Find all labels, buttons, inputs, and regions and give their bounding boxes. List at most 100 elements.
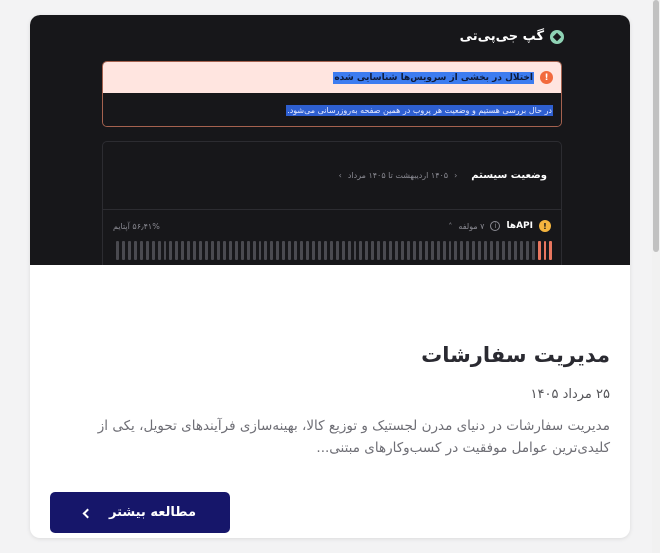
scrollbar-thumb[interactable] xyxy=(653,0,659,252)
uptime-bar xyxy=(466,241,470,260)
logo-icon xyxy=(550,29,564,44)
uptime-bar xyxy=(187,241,191,260)
uptime-bar xyxy=(199,241,203,260)
uptime-bar xyxy=(383,241,387,260)
article-card: گپ جی‌پی‌تی ! اختلال در بخشی از سرویس‌ها… xyxy=(30,15,630,538)
uptime-bar xyxy=(169,241,173,260)
uptime-bar xyxy=(418,241,422,260)
uptime-bar xyxy=(389,241,393,260)
read-more-button[interactable]: مطالعه بیشتر xyxy=(50,492,230,533)
uptime-bar xyxy=(401,241,404,260)
uptime-bar xyxy=(478,241,482,260)
uptime-bar xyxy=(448,241,452,260)
date-range: ‹ ۱۴۰۵ اردیبهشت تا ۱۴۰۵ مرداد › xyxy=(339,171,458,180)
uptime-bar xyxy=(442,241,446,260)
alert-icon: ! xyxy=(540,71,553,84)
uptime-bar xyxy=(234,241,238,260)
info-icon: i xyxy=(490,221,501,231)
uptime-text: ۵۶٫۴۱% آپتایم xyxy=(113,221,160,231)
uptime-bar xyxy=(549,241,553,260)
status-title: وضعیت سیستم xyxy=(471,170,547,181)
uptime-bar xyxy=(537,241,541,260)
uptime-bar xyxy=(519,241,523,260)
uptime-bar xyxy=(323,241,327,260)
uptime-bar xyxy=(116,241,119,260)
uptime-bar xyxy=(228,241,232,260)
brand-name: گپ جی‌پی‌تی xyxy=(459,29,544,44)
uptime-bars xyxy=(116,241,553,260)
uptime-bar xyxy=(193,241,197,260)
uptime-bar xyxy=(329,241,333,260)
uptime-bar xyxy=(151,241,155,260)
uptime-bar xyxy=(531,241,535,260)
warning-icon: ! xyxy=(539,220,551,232)
uptime-bar xyxy=(507,241,511,260)
uptime-bar xyxy=(484,241,488,260)
uptime-bar xyxy=(276,241,280,260)
chevron-up-icon: ˄ xyxy=(448,221,453,231)
read-more-label: مطالعه بیشتر xyxy=(108,505,197,520)
uptime-bar xyxy=(501,241,505,260)
api-label: APIها xyxy=(506,221,533,231)
uptime-bar xyxy=(490,241,493,260)
uptime-bar xyxy=(341,241,345,260)
uptime-bar xyxy=(513,241,517,260)
uptime-bar xyxy=(294,241,298,260)
uptime-bar xyxy=(205,241,208,260)
api-status-row: ! APIها i ۷ مولفه ˄ ۵۶٫۴۱% آپتایم xyxy=(103,210,561,232)
scrollbar[interactable] xyxy=(652,0,660,553)
uptime-bar xyxy=(371,241,375,260)
uptime-bar xyxy=(430,241,434,260)
uptime-bar xyxy=(157,241,161,260)
uptime-bar xyxy=(211,241,214,260)
uptime-bar xyxy=(282,241,286,260)
uptime-bar xyxy=(145,241,149,260)
uptime-bar xyxy=(353,241,357,260)
uptime-bar xyxy=(264,241,268,260)
uptime-bar xyxy=(359,241,363,260)
uptime-bar xyxy=(395,241,398,260)
component-count: ۷ مولفه xyxy=(458,221,485,231)
uptime-bar xyxy=(240,241,244,260)
uptime-bar xyxy=(543,241,547,260)
uptime-bar xyxy=(496,241,499,260)
uptime-bar xyxy=(288,241,292,260)
uptime-bar xyxy=(347,241,351,260)
uptime-bar xyxy=(222,241,226,260)
uptime-bar xyxy=(216,241,220,260)
uptime-bar xyxy=(365,241,369,260)
uptime-bar xyxy=(311,241,315,260)
brand: گپ جی‌پی‌تی xyxy=(460,29,564,44)
uptime-bar xyxy=(163,241,167,260)
date-range-text: ۱۴۰۵ اردیبهشت تا ۱۴۰۵ مرداد xyxy=(347,171,449,180)
chevron-left-icon xyxy=(82,508,93,518)
uptime-bar xyxy=(454,241,458,260)
uptime-bar xyxy=(377,241,381,260)
uptime-bar xyxy=(335,241,339,260)
chevron-left-icon: › xyxy=(338,171,342,180)
incident-alert: ! اختلال در بخشی از سرویس‌ها شناسایی شده… xyxy=(102,61,562,127)
uptime-bar xyxy=(270,241,274,260)
uptime-bar xyxy=(317,241,321,260)
alert-title: اختلال در بخشی از سرویس‌ها شناسایی شده xyxy=(333,71,534,84)
uptime-bar xyxy=(175,241,179,260)
uptime-bar xyxy=(406,241,410,260)
uptime-bar xyxy=(139,241,143,260)
uptime-bar xyxy=(525,241,529,260)
uptime-bar xyxy=(436,241,440,260)
article-title[interactable]: مدیریت سفارشات xyxy=(421,343,610,367)
chevron-right-icon: ‹ xyxy=(454,171,458,180)
uptime-bar xyxy=(306,241,309,260)
article-thumbnail[interactable]: گپ جی‌پی‌تی ! اختلال در بخشی از سرویس‌ها… xyxy=(30,15,630,265)
article-excerpt: مدیریت سفارشات در دنیای مدرن لجستیک و تو… xyxy=(97,418,610,456)
alert-message: در حال بررسی هستیم و وضعیت هر پروب در هم… xyxy=(286,104,553,116)
uptime-bar xyxy=(246,241,250,260)
uptime-bar xyxy=(133,241,137,260)
uptime-bar xyxy=(258,241,262,260)
uptime-bar xyxy=(252,241,256,260)
uptime-bar xyxy=(472,241,476,260)
uptime-bar xyxy=(121,241,125,260)
uptime-bar xyxy=(412,241,416,260)
uptime-bar xyxy=(460,241,464,260)
uptime-bar xyxy=(181,241,185,260)
